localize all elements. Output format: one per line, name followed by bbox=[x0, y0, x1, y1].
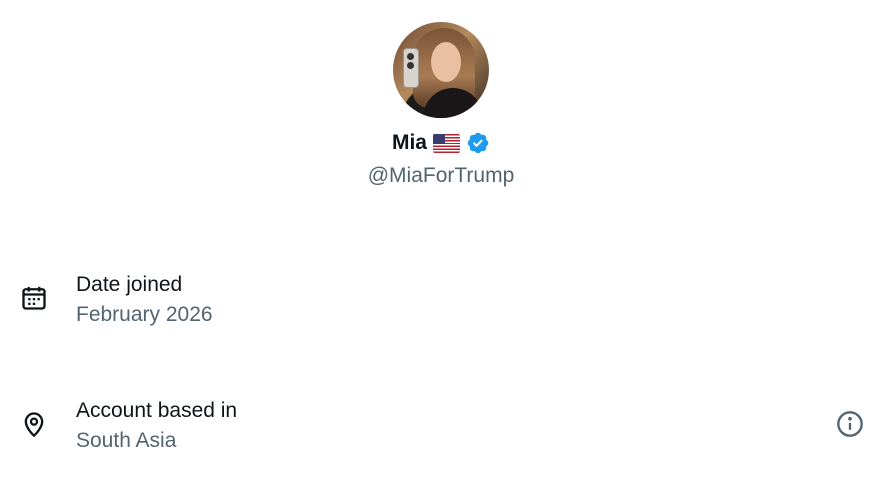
handle: @MiaForTrump bbox=[367, 164, 515, 187]
display-name: Mia bbox=[391, 131, 427, 154]
name-row: Mia bbox=[0, 130, 882, 156]
date-joined-label: Date joined bbox=[76, 273, 183, 296]
account-based-in-row: Account based in South Asia bbox=[0, 396, 882, 456]
calendar-icon bbox=[22, 286, 46, 310]
us-flag-icon bbox=[433, 133, 460, 153]
date-joined-row: Date joined February 2026 bbox=[0, 270, 882, 330]
info-icon[interactable] bbox=[836, 410, 864, 438]
account-based-in-value: South Asia bbox=[76, 429, 177, 452]
verified-badge-icon bbox=[467, 132, 489, 154]
date-joined-value: February 2026 bbox=[76, 303, 213, 326]
location-pin-icon bbox=[24, 412, 44, 438]
avatar[interactable] bbox=[393, 22, 489, 118]
profile-header: Mia @MiaForTrump bbox=[0, 22, 882, 188]
account-based-in-label: Account based in bbox=[76, 399, 238, 422]
